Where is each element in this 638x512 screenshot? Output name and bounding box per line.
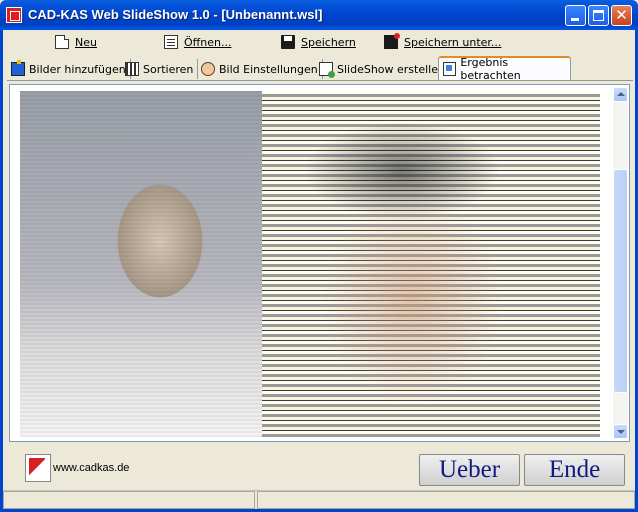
- maximize-button[interactable]: [588, 5, 609, 26]
- scroll-up-button[interactable]: [613, 87, 628, 102]
- window-title: CAD-KAS Web SlideShow 1.0 - [Unbenannt.w…: [28, 7, 323, 22]
- footer: www.cadkas.de Ueber Ende: [3, 446, 635, 490]
- view-result-icon: [443, 62, 457, 76]
- status-bar: [3, 490, 635, 510]
- save-as-button[interactable]: Speichern unter...: [384, 33, 502, 49]
- tab-image-settings-label: Bild Einstellungen: [219, 62, 318, 76]
- cadkas-logo: [25, 454, 51, 482]
- tab-create-slideshow[interactable]: SlideShow erstellen: [315, 59, 450, 79]
- close-button[interactable]: ✕: [611, 5, 632, 26]
- open-button[interactable]: Öffnen...: [164, 35, 231, 49]
- minimize-icon: [571, 18, 579, 21]
- image-settings-icon: [201, 62, 215, 76]
- tab-strip: Bilder hinzufügen Sortieren Bild Einstel…: [7, 56, 633, 82]
- save-label: Speichern: [301, 35, 356, 49]
- status-pane-right: [257, 491, 635, 509]
- tab-view-result[interactable]: Ergebnis betrachten: [438, 56, 571, 82]
- tab-sort[interactable]: Sortieren: [121, 59, 199, 79]
- new-label: Neu: [75, 35, 97, 49]
- tab-create-slideshow-label: SlideShow erstellen: [337, 62, 445, 76]
- about-button[interactable]: Ueber: [419, 454, 520, 486]
- new-document-icon: [55, 35, 69, 49]
- status-pane-left: [3, 491, 255, 509]
- create-slideshow-icon: [319, 62, 335, 78]
- title-bar[interactable]: CAD-KAS Web SlideShow 1.0 - [Unbenannt.w…: [0, 0, 638, 30]
- slideshow-preview-image: [20, 91, 600, 437]
- open-document-icon: [164, 35, 178, 49]
- add-images-icon: [11, 60, 25, 76]
- minimize-button[interactable]: [565, 5, 586, 26]
- scroll-down-button[interactable]: [613, 424, 628, 439]
- floppy-disk-icon: [281, 35, 295, 49]
- new-button[interactable]: Neu: [55, 35, 97, 49]
- tab-view-result-label: Ergebnis betrachten: [460, 56, 521, 82]
- vertical-scrollbar[interactable]: [613, 87, 628, 439]
- preview-photo-right: [262, 91, 600, 437]
- website-link[interactable]: www.cadkas.de: [53, 462, 129, 474]
- save-button[interactable]: Speichern: [281, 35, 356, 49]
- save-as-label: Speichern unter...: [404, 35, 502, 49]
- tab-add-images-label: Bilder hinzufügen: [29, 62, 126, 76]
- scroll-thumb[interactable]: [613, 169, 628, 393]
- save-as-icon: [384, 33, 400, 49]
- preview-photo-left: [20, 91, 262, 437]
- close-icon: ✕: [615, 6, 628, 24]
- open-label: Öffnen...: [184, 35, 232, 49]
- tab-add-images[interactable]: Bilder hinzufügen: [7, 59, 131, 79]
- exit-button[interactable]: Ende: [524, 454, 625, 486]
- maximize-icon: [593, 10, 604, 21]
- toolbar: Neu Öffnen... Speichern Speichern unter.…: [3, 32, 635, 54]
- sort-icon: [125, 62, 139, 76]
- tab-image-settings[interactable]: Bild Einstellungen: [197, 59, 323, 79]
- preview-panel: [9, 84, 630, 442]
- cadkas-app-icon[interactable]: [6, 7, 22, 23]
- tab-sort-label: Sortieren: [143, 62, 194, 76]
